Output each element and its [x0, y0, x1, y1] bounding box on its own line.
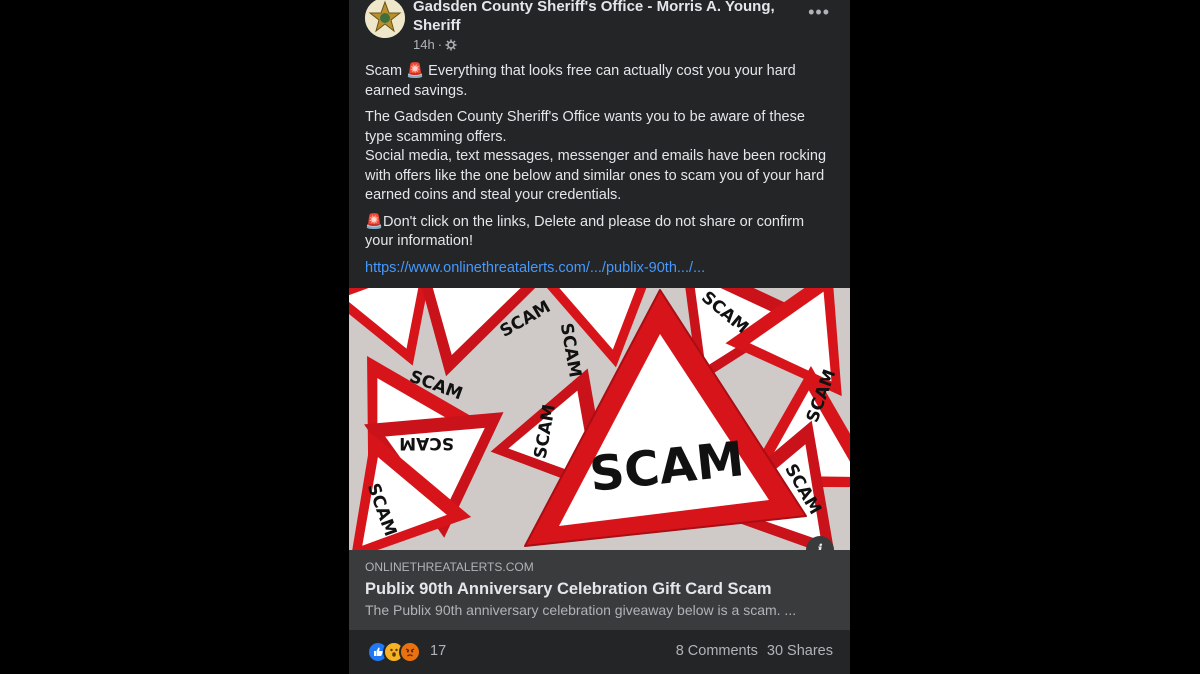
- reaction-icons[interactable]: [367, 641, 421, 663]
- link-domain: ONLINETHREATALERTS.COM: [365, 560, 534, 574]
- angry-icon: [399, 641, 421, 663]
- post-paragraph: Scam 🚨 Everything that looks free can ac…: [365, 63, 796, 99]
- post-header: Gadsden County Sheriff's Office - Morris…: [349, 0, 850, 60]
- comments-count[interactable]: 8 Comments: [676, 643, 758, 659]
- post-paragraph: 🚨Don't click on the links, Delete and pl…: [365, 213, 805, 250]
- sheriff-badge-avatar[interactable]: [365, 0, 405, 38]
- post-paragraph: Social media, text messages, messenger a…: [365, 148, 827, 203]
- link-description: The Publix 90th anniversary celebration …: [365, 602, 797, 618]
- scam-warning-image[interactable]: SCAM SCAM SCAM SCAM SCAM SCAM SCAM SCAM …: [349, 288, 850, 550]
- post-text: Scam 🚨 Everything that looks free can ac…: [365, 62, 835, 278]
- link-preview-card[interactable]: ONLINETHREATALERTS.COM Publix 90th Anniv…: [349, 550, 850, 630]
- article-link[interactable]: https://www.onlinethreatalerts.com/.../p…: [365, 260, 705, 276]
- reaction-count[interactable]: 17: [430, 643, 446, 659]
- post-paragraph: The Gadsden County Sheriff's Office want…: [365, 109, 805, 145]
- engagement-stats: 8 Comments 30 Shares: [676, 643, 833, 659]
- page-name[interactable]: Gadsden County Sheriff's Office - Morris…: [413, 0, 803, 35]
- sheriff-star-icon: [365, 0, 405, 38]
- link-title[interactable]: Publix 90th Anniversary Celebration Gift…: [365, 580, 772, 599]
- small-sign-label: SCAM: [399, 433, 454, 453]
- shares-count[interactable]: 30 Shares: [767, 643, 833, 659]
- more-options-icon[interactable]: •••: [808, 2, 830, 23]
- post-meta: 14h ·: [413, 37, 457, 52]
- scam-signs-illustration: SCAM SCAM SCAM SCAM SCAM SCAM SCAM SCAM …: [349, 288, 850, 550]
- post-time[interactable]: 14h: [413, 37, 435, 52]
- post-footer: 17 8 Comments 30 Shares: [349, 630, 850, 674]
- facebook-post: Gadsden County Sheriff's Office - Morris…: [349, 0, 850, 674]
- audience-settings-icon[interactable]: [445, 39, 457, 51]
